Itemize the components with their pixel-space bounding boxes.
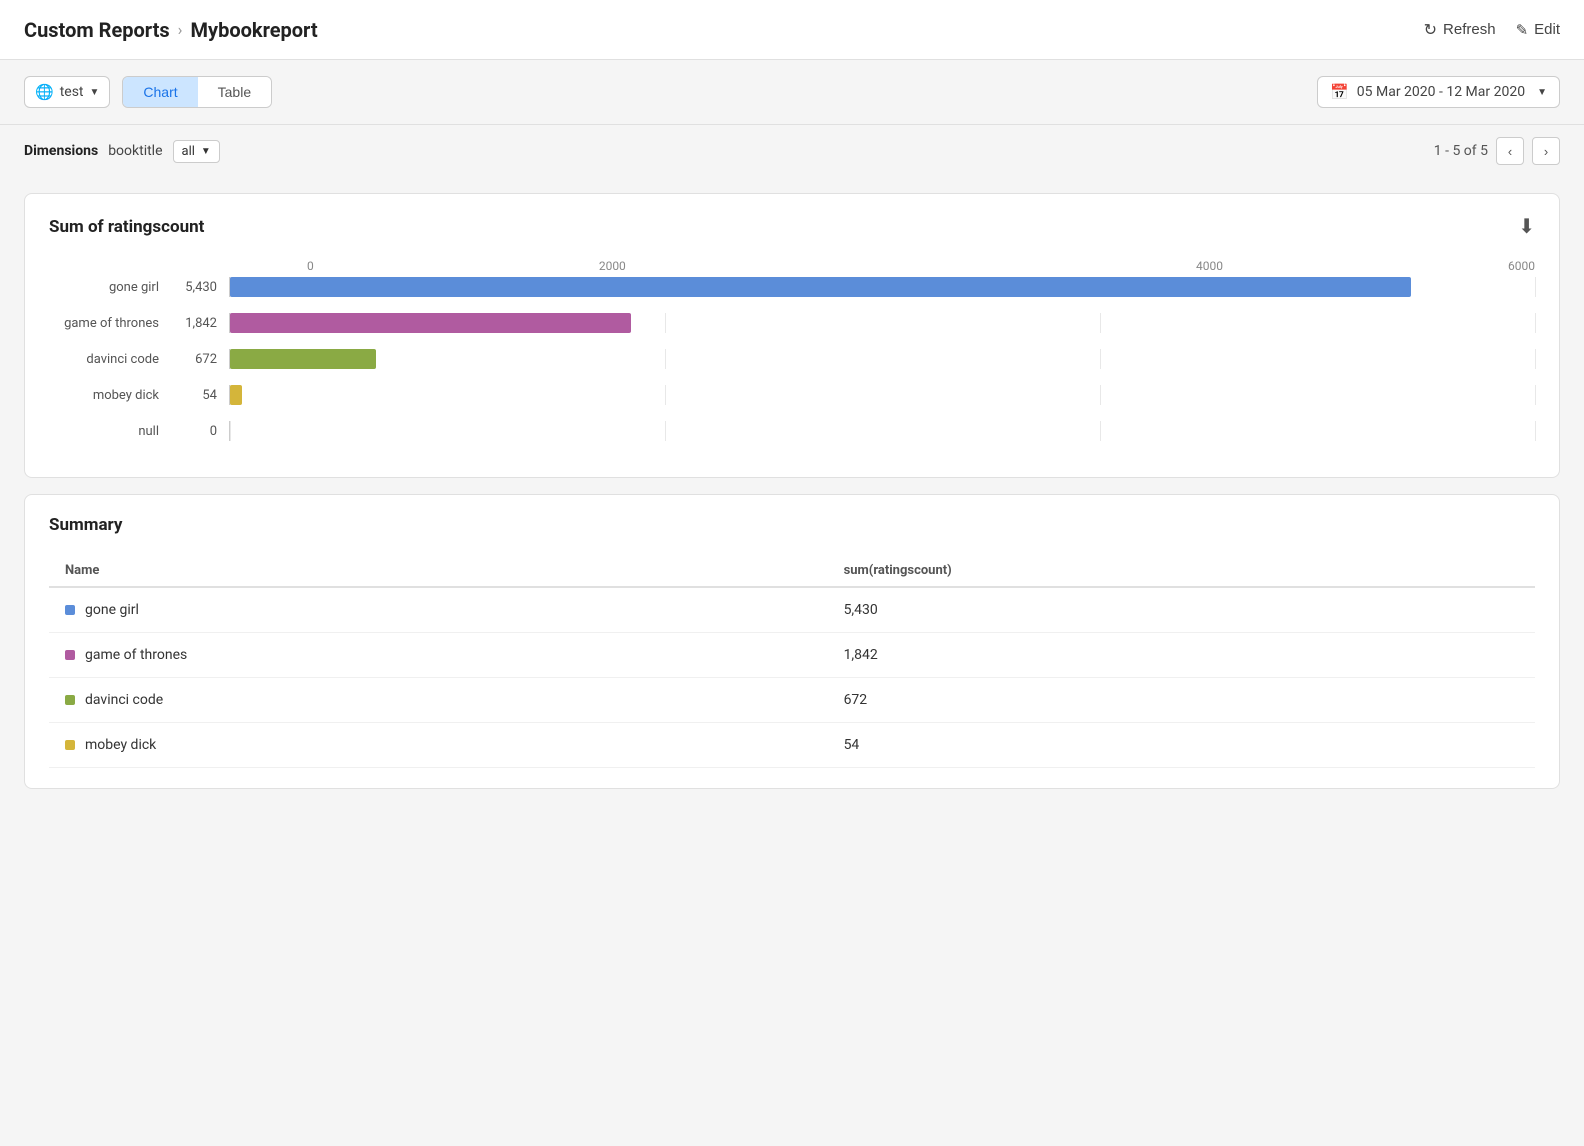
- x-label-2000: 2000: [314, 259, 911, 273]
- download-icon: ⬇: [1518, 214, 1535, 239]
- table-cell-value: 672: [828, 678, 1535, 723]
- refresh-button[interactable]: ↻ Refresh: [1424, 20, 1496, 40]
- row-name: mobey dick: [85, 737, 156, 753]
- bar-value: 5,430: [169, 280, 217, 295]
- summary-card: Summary Name sum(ratingscount) gone girl…: [24, 494, 1560, 789]
- breadcrumb-sub: Mybookreport: [190, 18, 317, 42]
- color-indicator: [65, 650, 75, 660]
- dimensions-left: Dimensions booktitle all ▼: [24, 140, 220, 163]
- chart-bars: gone girl 5,430 game of thrones 1,842 davinc…: [49, 277, 1535, 441]
- pagination: 1 - 5 of 5 ‹ ›: [1434, 137, 1560, 165]
- bar-value: 1,842: [169, 316, 217, 331]
- toolbar-left: 🌐 test ▼ Chart Table: [24, 76, 272, 108]
- main-content: Sum of ratingscount ⬇ 0 2000 4000 6000 g…: [0, 177, 1584, 805]
- breadcrumb: Custom Reports › Mybookreport: [24, 18, 318, 42]
- bar-fill: [230, 385, 242, 405]
- breadcrumb-main[interactable]: Custom Reports: [24, 18, 170, 42]
- bar-track: [229, 349, 1535, 369]
- row-name: davinci code: [85, 692, 163, 708]
- bar-label: mobey dick: [49, 388, 159, 403]
- date-range-selector[interactable]: 📅 05 Mar 2020 - 12 Mar 2020 ▼: [1317, 76, 1560, 108]
- x-label-4000: 4000: [911, 259, 1508, 273]
- edit-icon: ✎: [1516, 21, 1529, 39]
- chart-bar-row: game of thrones 1,842: [49, 313, 1535, 333]
- bar-value: 0: [169, 424, 217, 439]
- bar-label: game of thrones: [49, 316, 159, 331]
- header-actions: ↻ Refresh ✎ Edit: [1424, 20, 1560, 40]
- chart-bar-row: gone girl 5,430: [49, 277, 1535, 297]
- bar-fill: [230, 313, 631, 333]
- chart-title: Sum of ratingscount: [49, 217, 204, 237]
- chart-bar-row: null 0: [49, 421, 1535, 441]
- bar-value: 672: [169, 352, 217, 367]
- table-cell-name: mobey dick: [49, 723, 828, 768]
- refresh-icon: ↻: [1424, 20, 1437, 40]
- header: Custom Reports › Mybookreport ↻ Refresh …: [0, 0, 1584, 60]
- col-value: sum(ratingscount): [828, 555, 1535, 587]
- next-page-button[interactable]: ›: [1532, 137, 1560, 165]
- bar-label: davinci code: [49, 352, 159, 367]
- summary-card-header: Summary: [49, 515, 1535, 535]
- table-row: gone girl 5,430: [49, 587, 1535, 633]
- env-selector[interactable]: 🌐 test ▼: [24, 76, 110, 108]
- table-cell-name: gone girl: [49, 587, 828, 633]
- color-indicator: [65, 740, 75, 750]
- bar-value: 54: [169, 388, 217, 403]
- table-cell-value: 5,430: [828, 587, 1535, 633]
- bar-label: gone girl: [49, 280, 159, 295]
- bar-label: null: [49, 424, 159, 439]
- row-name: game of thrones: [85, 647, 187, 663]
- chart-bar-row: mobey dick 54: [49, 385, 1535, 405]
- row-name: gone girl: [85, 602, 139, 618]
- globe-icon: 🌐: [35, 83, 54, 101]
- dimension-filter[interactable]: all ▼: [173, 140, 220, 163]
- table-cell-name: davinci code: [49, 678, 828, 723]
- dimensions-label: Dimensions: [24, 143, 98, 159]
- chevron-down-icon: ▼: [90, 87, 100, 98]
- color-indicator: [65, 605, 75, 615]
- toolbar: 🌐 test ▼ Chart Table 📅 05 Mar 2020 - 12 …: [0, 60, 1584, 125]
- chevron-down-icon: ▼: [201, 146, 211, 157]
- summary-title: Summary: [49, 515, 122, 535]
- table-row: mobey dick 54: [49, 723, 1535, 768]
- col-name: Name: [49, 555, 828, 587]
- dimension-field: booktitle: [108, 143, 162, 159]
- calendar-icon: 📅: [1330, 83, 1349, 101]
- tab-chart[interactable]: Chart: [123, 77, 197, 107]
- bar-track: [229, 385, 1535, 405]
- table-cell-name: game of thrones: [49, 633, 828, 678]
- bar-track: [229, 313, 1535, 333]
- bar-fill: [230, 349, 376, 369]
- bar-fill: [230, 277, 1411, 297]
- breadcrumb-chevron: ›: [178, 20, 183, 39]
- chart-x-labels: 0 2000 4000 6000: [307, 259, 1535, 273]
- download-button[interactable]: ⬇: [1518, 214, 1535, 239]
- prev-page-button[interactable]: ‹: [1496, 137, 1524, 165]
- chart-bar-row: davinci code 672: [49, 349, 1535, 369]
- chart-card-header: Sum of ratingscount ⬇: [49, 214, 1535, 239]
- chart-card: Sum of ratingscount ⬇ 0 2000 4000 6000 g…: [24, 193, 1560, 478]
- table-cell-value: 1,842: [828, 633, 1535, 678]
- bar-track: [229, 421, 1535, 441]
- chevron-down-icon: ▼: [1537, 87, 1547, 98]
- tab-group: Chart Table: [122, 76, 272, 108]
- dimensions-bar: Dimensions booktitle all ▼ 1 - 5 of 5 ‹ …: [0, 125, 1584, 177]
- x-label-0: 0: [307, 259, 314, 273]
- tab-table[interactable]: Table: [198, 77, 271, 107]
- color-indicator: [65, 695, 75, 705]
- table-row: davinci code 672: [49, 678, 1535, 723]
- table-row: game of thrones 1,842: [49, 633, 1535, 678]
- table-cell-value: 54: [828, 723, 1535, 768]
- edit-button[interactable]: ✎ Edit: [1516, 21, 1560, 39]
- summary-table: Name sum(ratingscount) gone girl5,430gam…: [49, 555, 1535, 768]
- x-label-6000: 6000: [1508, 259, 1535, 273]
- bar-track: [229, 277, 1535, 297]
